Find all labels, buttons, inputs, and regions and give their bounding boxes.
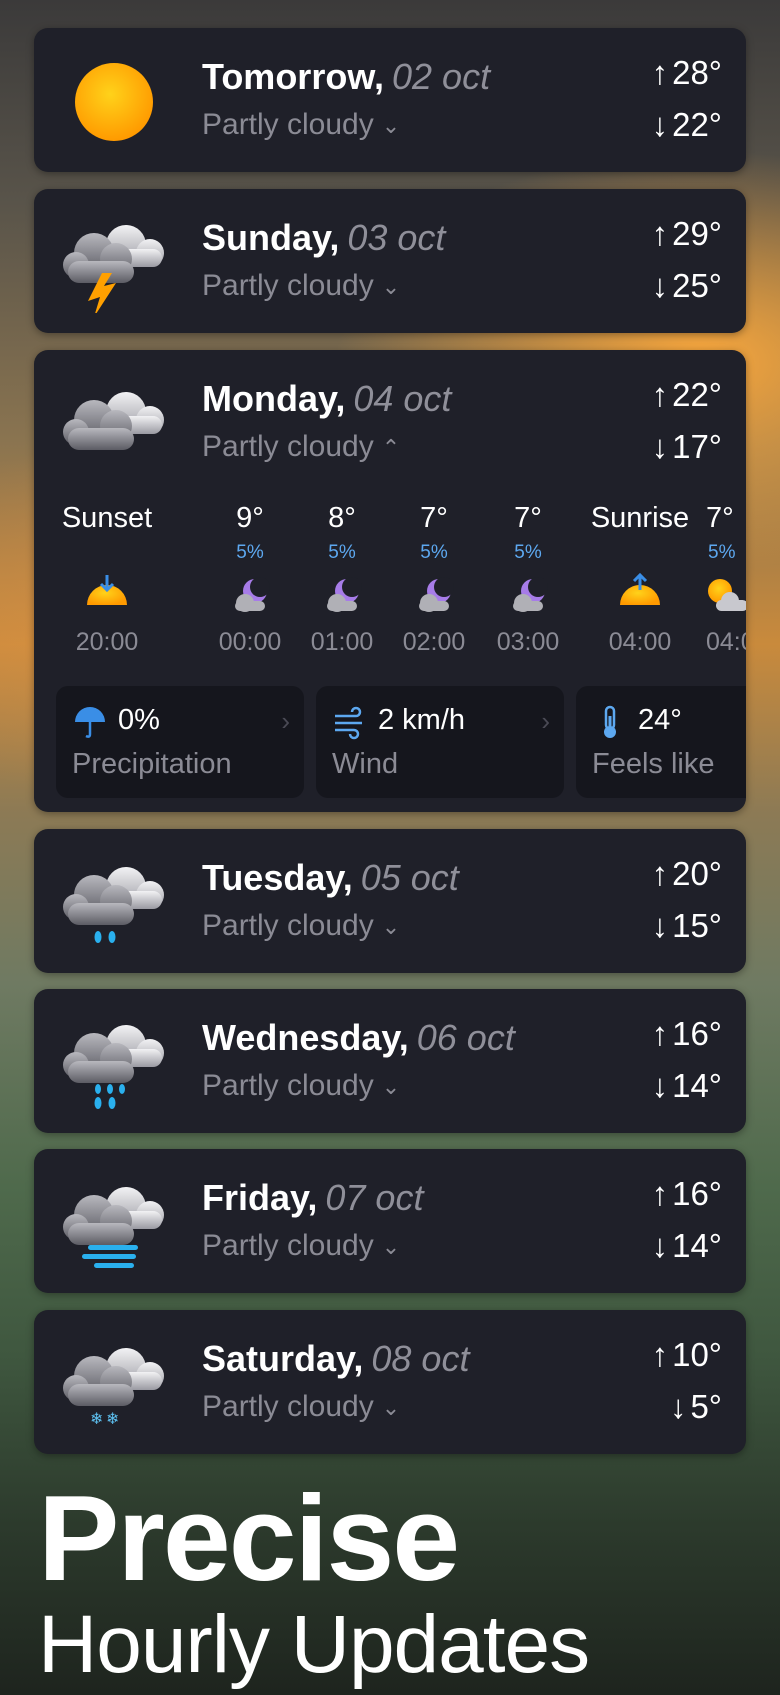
arrow-up-icon: ↑ <box>651 1175 669 1212</box>
chevron-down-icon: ⌄ <box>381 113 401 139</box>
hourly-strip[interactable]: Sunset 20:00 9° 5% 00:00 8° 5% 01:00 7° <box>34 500 746 700</box>
hour-item: Sunrise 04:00 <box>578 500 702 657</box>
day-label: Saturday, 08 oct <box>202 1338 470 1379</box>
hour-item: 7° 5% 03:00 <box>478 500 578 657</box>
light-rain-icon <box>54 853 174 953</box>
forecast-day-card[interactable]: Wednesday, 06 oct Partly cloudy ⌄ ↑ 16° ↓ 14… <box>34 989 746 1133</box>
chevron-right-icon: › <box>281 706 290 736</box>
arrow-up-icon: ↑ <box>651 376 669 413</box>
chevron-down-icon: ⌄ <box>381 1395 401 1421</box>
high-temperature: ↑ 16° <box>651 1175 722 1212</box>
chevron-down-icon: ⌄ <box>381 914 401 940</box>
thermometer-icon <box>592 704 628 740</box>
sunrise-icon <box>578 566 702 620</box>
precipitation-tile[interactable]: 0% Precipitation › <box>56 686 304 798</box>
condition-toggle[interactable]: Partly cloudy ⌃ <box>202 430 400 464</box>
forecast-day-card[interactable]: ❄ ❄ Saturday, 08 oct Partly cloudy ⌄ ↑ 10° … <box>34 1310 746 1454</box>
partly-cloudy-icon <box>702 566 746 620</box>
hour-item: Sunset 20:00 <box>52 500 162 657</box>
arrow-down-icon: ↓ <box>651 106 669 143</box>
forecast-day-card[interactable]: Tomorrow, 02 oct Partly cloudy ⌄ ↑ 28° ↓ 22° <box>34 28 746 172</box>
arrow-down-icon: ↓ <box>669 1388 687 1425</box>
chevron-down-icon: ⌄ <box>381 1074 401 1100</box>
hour-item: 8° 5% 01:00 <box>292 500 392 657</box>
day-label: Friday, 07 oct <box>202 1177 424 1218</box>
low-temperature: ↓ 22° <box>651 106 722 143</box>
fog-icon <box>54 1173 174 1273</box>
clouds-icon <box>54 374 174 474</box>
arrow-up-icon: ↑ <box>651 1336 669 1373</box>
condition-toggle[interactable]: Partly cloudy ⌄ <box>202 909 400 943</box>
forecast-day-card-expanded[interactable]: Monday, 04 oct Partly cloudy ⌃ ↑ 22° ↓ 17° S… <box>34 350 746 812</box>
chevron-right-icon: › <box>541 706 550 736</box>
day-label: Monday, 04 oct <box>202 378 452 419</box>
arrow-up-icon: ↑ <box>651 855 669 892</box>
chevron-down-icon: ⌄ <box>381 274 401 300</box>
day-label: Tomorrow, 02 oct <box>202 56 491 97</box>
umbrella-icon <box>72 704 108 740</box>
low-temperature: ↓ 25° <box>651 267 722 304</box>
day-label: Wednesday, 06 oct <box>202 1017 515 1058</box>
high-temperature: ↑ 20° <box>651 855 722 892</box>
thunderstorm-icon <box>54 213 174 313</box>
feels-like-tile[interactable]: 24° Feels like <box>576 686 746 798</box>
night-cloud-icon <box>200 566 300 620</box>
hour-item: 7° 5% 04:00 <box>702 500 746 657</box>
details-tiles: 0% Precipitation › 2 km/h Wind › 24° Fee… <box>56 686 746 798</box>
low-temperature: ↓ 5° <box>669 1388 722 1425</box>
rain-icon <box>54 1013 174 1113</box>
condition-toggle[interactable]: Partly cloudy ⌄ <box>202 1069 400 1103</box>
day-label: Sunday, 03 oct <box>202 217 446 258</box>
svg-text:❄: ❄ <box>106 1409 119 1428</box>
arrow-up-icon: ↑ <box>651 54 669 91</box>
low-temperature: ↓ 17° <box>651 428 722 465</box>
arrow-up-icon: ↑ <box>651 215 669 252</box>
condition-toggle[interactable]: Partly cloudy ⌄ <box>202 269 400 303</box>
high-temperature: ↑ 28° <box>651 54 722 91</box>
night-cloud-icon <box>292 566 392 620</box>
promo-subline: Hourly Updates <box>38 1599 590 1690</box>
night-cloud-icon <box>478 566 578 620</box>
high-temperature: ↑ 10° <box>651 1336 722 1373</box>
low-temperature: ↓ 14° <box>651 1227 722 1264</box>
condition-toggle[interactable]: Partly cloudy ⌄ <box>202 108 400 142</box>
low-temperature: ↓ 14° <box>651 1067 722 1104</box>
snow-icon: ❄ ❄ <box>54 1334 174 1434</box>
wind-icon <box>332 704 368 740</box>
condition-toggle[interactable]: Partly cloudy ⌄ <box>202 1229 400 1263</box>
night-cloud-icon <box>384 566 484 620</box>
forecast-day-card[interactable]: Friday, 07 oct Partly cloudy ⌄ ↑ 16° ↓ 14° <box>34 1149 746 1293</box>
condition-toggle[interactable]: Partly cloudy ⌄ <box>202 1390 400 1424</box>
chevron-up-icon: ⌃ <box>381 435 401 461</box>
arrow-down-icon: ↓ <box>651 1067 669 1104</box>
promo-headline: Precise <box>38 1470 460 1606</box>
arrow-down-icon: ↓ <box>651 267 669 304</box>
sun-icon <box>54 52 174 152</box>
hour-item: 7° 5% 02:00 <box>384 500 484 657</box>
arrow-down-icon: ↓ <box>651 1227 669 1264</box>
chevron-down-icon: ⌄ <box>381 1234 401 1260</box>
svg-text:❄: ❄ <box>90 1409 103 1428</box>
high-temperature: ↑ 22° <box>651 376 722 413</box>
arrow-down-icon: ↓ <box>651 428 669 465</box>
arrow-up-icon: ↑ <box>651 1015 669 1052</box>
sunset-icon <box>52 566 162 620</box>
high-temperature: ↑ 29° <box>651 215 722 252</box>
forecast-day-card[interactable]: Sunday, 03 oct Partly cloudy ⌄ ↑ 29° ↓ 25° <box>34 189 746 333</box>
hour-item: 9° 5% 00:00 <box>200 500 300 657</box>
forecast-day-card[interactable]: Tuesday, 05 oct Partly cloudy ⌄ ↑ 20° ↓ 15° <box>34 829 746 973</box>
low-temperature: ↓ 15° <box>651 907 722 944</box>
high-temperature: ↑ 16° <box>651 1015 722 1052</box>
day-label: Tuesday, 05 oct <box>202 857 459 898</box>
wind-tile[interactable]: 2 km/h Wind › <box>316 686 564 798</box>
arrow-down-icon: ↓ <box>651 907 669 944</box>
